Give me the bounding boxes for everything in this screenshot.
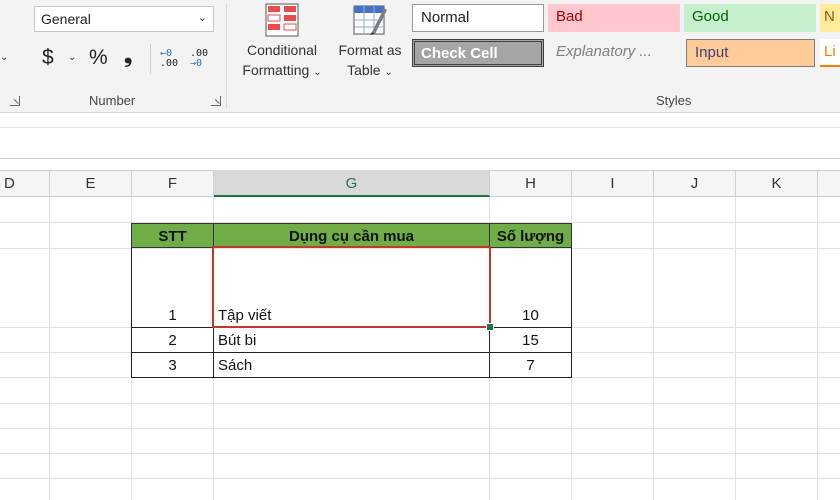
style-check-cell[interactable]: Check Cell <box>412 39 544 67</box>
styles-group-label: Styles <box>656 93 692 108</box>
number-group-label: Number <box>89 93 136 108</box>
column-header-d[interactable]: D <box>0 170 50 197</box>
table-cell-stt[interactable]: 3 <box>132 353 213 378</box>
table-header-item[interactable]: Dụng cụ cần mua <box>213 223 490 248</box>
conditional-formatting-label-1: Conditional <box>246 42 318 58</box>
number-format-value: General <box>41 11 91 27</box>
increase-decimal-button[interactable]: ←0 .00 <box>160 49 178 69</box>
decrease-decimal-button[interactable]: .00 →0 <box>190 49 208 69</box>
table-cell-stt[interactable]: 1 <box>132 303 213 328</box>
table-cell-item[interactable]: Sách <box>218 353 486 378</box>
table-header-stt[interactable]: STT <box>131 223 214 248</box>
grid-line <box>49 197 50 500</box>
grid-line <box>0 403 840 404</box>
table-cell-quantity[interactable]: 7 <box>490 353 571 378</box>
conditional-formatting-button[interactable]: Conditional Formatting ⌄ <box>236 2 328 83</box>
separator <box>150 44 151 74</box>
column-header-e[interactable]: E <box>50 170 132 197</box>
grid-line <box>653 197 654 500</box>
column-header-h[interactable]: H <box>490 170 572 197</box>
format-as-table-label-1: Format as <box>338 42 402 58</box>
currency-button[interactable]: $ <box>42 46 54 70</box>
ribbon: ⌄ General ⌄ $ ⌄ % ❟ ←0 .00 .00 →0 Number… <box>0 0 840 113</box>
style-explanatory[interactable]: Explanatory ... <box>548 39 680 67</box>
style-input-label: Input <box>695 44 729 61</box>
chevron-down-icon: ⌄ <box>313 67 322 78</box>
currency-icon: $ <box>42 46 54 69</box>
percent-button[interactable]: % <box>89 46 108 70</box>
table-border <box>571 248 572 378</box>
table-cell-stt[interactable]: 2 <box>132 328 213 353</box>
table-cell-quantity[interactable]: 10 <box>490 303 571 328</box>
grid-line <box>817 197 818 500</box>
column-header-f[interactable]: F <box>132 170 214 197</box>
format-as-table-label-2: Table <box>347 62 381 78</box>
column-header-g[interactable]: G <box>214 170 490 197</box>
chevron-down-icon: ⌄ <box>197 12 207 24</box>
style-explanatory-label: Explanatory ... <box>556 43 652 60</box>
comma-icon: ❟ <box>124 44 133 67</box>
style-good[interactable]: Good <box>684 4 816 32</box>
column-header-k[interactable]: K <box>736 170 818 197</box>
table-cell-item[interactable]: Bút bi <box>218 328 486 353</box>
increase-decimal-icon-bottom: .00 <box>160 58 179 69</box>
format-as-table-icon <box>353 5 387 35</box>
style-normal[interactable]: Normal <box>412 4 544 32</box>
style-bad-label: Bad <box>556 8 583 25</box>
column-header-j[interactable]: J <box>654 170 736 197</box>
fill-handle[interactable] <box>486 323 494 331</box>
conditional-formatting-label-2: Formatting <box>242 62 310 78</box>
style-input[interactable]: Input <box>686 39 815 67</box>
decrease-decimal-icon-bottom: →0 <box>190 58 203 69</box>
grid-line <box>0 453 840 454</box>
table-header-quantity[interactable]: Số lượng <box>489 223 572 248</box>
chevron-down-icon[interactable]: ⌄ <box>0 52 8 63</box>
number-format-dropdown[interactable]: General ⌄ <box>34 6 214 32</box>
group-separator <box>226 4 227 108</box>
format-as-table-button[interactable]: Format as Table ⌄ <box>332 2 408 83</box>
grid-line <box>735 197 736 500</box>
grid-line <box>0 428 840 429</box>
chevron-down-icon: ⌄ <box>384 67 393 78</box>
style-neutral[interactable]: N <box>820 4 840 32</box>
percent-icon: % <box>89 46 108 69</box>
comma-style-button[interactable]: ❟ <box>124 44 132 68</box>
divider <box>0 127 840 128</box>
style-good-label: Good <box>692 8 729 25</box>
style-linked-cell[interactable]: Li <box>820 39 840 67</box>
style-bad[interactable]: Bad <box>548 4 680 32</box>
style-normal-label: Normal <box>421 9 470 26</box>
number-dialog-launcher-icon[interactable] <box>10 96 20 106</box>
column-header-i[interactable]: I <box>572 170 654 197</box>
divider <box>0 158 840 159</box>
style-neutral-label: N <box>824 8 835 25</box>
style-linked-cell-label: Li <box>824 43 836 60</box>
style-check-cell-label: Check Cell <box>421 45 498 62</box>
selected-range[interactable] <box>212 246 491 328</box>
conditional-formatting-icon <box>265 3 299 37</box>
chevron-down-icon[interactable]: ⌄ <box>68 52 76 63</box>
grid-line <box>0 478 840 479</box>
table-cell-quantity[interactable]: 15 <box>490 328 571 353</box>
formula-bar-area <box>0 113 840 169</box>
number-dialog-launcher-icon[interactable] <box>211 96 221 106</box>
